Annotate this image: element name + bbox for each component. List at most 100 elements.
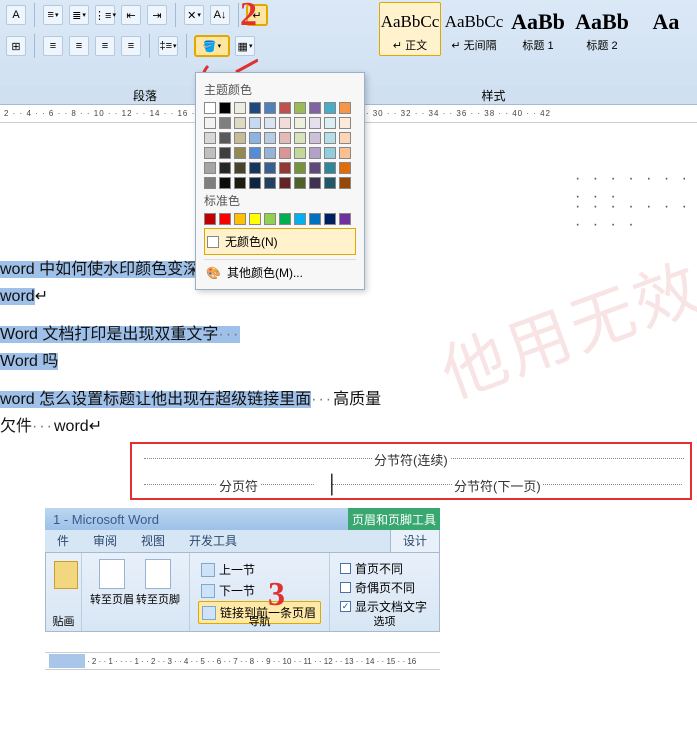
color-swatch[interactable] bbox=[339, 213, 351, 225]
color-swatch[interactable] bbox=[324, 102, 336, 114]
color-swatch[interactable] bbox=[249, 177, 261, 189]
color-swatch[interactable] bbox=[234, 213, 246, 225]
color-swatch[interactable] bbox=[249, 102, 261, 114]
color-swatch[interactable] bbox=[204, 117, 216, 129]
chk-odd-even[interactable]: 奇偶页不同 bbox=[338, 578, 431, 597]
color-swatch[interactable] bbox=[324, 177, 336, 189]
color-swatch[interactable] bbox=[264, 162, 276, 174]
color-swatch[interactable] bbox=[294, 117, 306, 129]
color-swatch[interactable] bbox=[264, 132, 276, 144]
color-swatch[interactable] bbox=[279, 117, 291, 129]
color-swatch[interactable] bbox=[339, 147, 351, 159]
tab-view[interactable]: 视图 bbox=[129, 529, 177, 552]
color-swatch[interactable] bbox=[279, 177, 291, 189]
next-section-button[interactable]: 下一节 bbox=[198, 580, 321, 601]
color-swatch[interactable] bbox=[264, 117, 276, 129]
dec-indent-icon[interactable]: ⇤ bbox=[121, 5, 141, 25]
color-swatch[interactable] bbox=[279, 213, 291, 225]
tab-devtools[interactable]: 开发工具 bbox=[177, 529, 249, 552]
goto-header-button[interactable]: 转至页眉 bbox=[90, 559, 134, 625]
color-swatch[interactable] bbox=[249, 132, 261, 144]
color-swatch[interactable] bbox=[264, 177, 276, 189]
color-swatch[interactable] bbox=[339, 117, 351, 129]
color-swatch[interactable] bbox=[219, 132, 231, 144]
color-swatch[interactable] bbox=[204, 213, 216, 225]
clipart-icon[interactable] bbox=[54, 561, 78, 589]
doc-line-6[interactable]: 欠件···word↵ bbox=[0, 412, 560, 442]
style-heading1[interactable]: AaBb 标题 1 bbox=[507, 2, 569, 56]
goto-footer-button[interactable]: 转至页脚 bbox=[136, 559, 180, 625]
color-swatch[interactable] bbox=[204, 177, 216, 189]
color-swatch[interactable] bbox=[339, 102, 351, 114]
justify-icon[interactable]: ≡ bbox=[121, 36, 141, 56]
color-swatch[interactable] bbox=[339, 162, 351, 174]
color-swatch[interactable] bbox=[309, 102, 321, 114]
color-swatch[interactable] bbox=[294, 132, 306, 144]
style-no-spacing[interactable]: AaBbCc ↵ 无间隔 bbox=[443, 2, 505, 56]
color-swatch[interactable] bbox=[294, 162, 306, 174]
color-swatch[interactable] bbox=[279, 162, 291, 174]
color-swatch[interactable] bbox=[204, 132, 216, 144]
color-swatch[interactable] bbox=[279, 147, 291, 159]
tab-file[interactable]: 件 bbox=[45, 529, 81, 552]
multilevel-icon[interactable]: ⋮≡▾ bbox=[95, 5, 115, 25]
color-swatch[interactable] bbox=[249, 117, 261, 129]
color-swatch[interactable] bbox=[279, 132, 291, 144]
color-swatch[interactable] bbox=[234, 102, 246, 114]
color-swatch[interactable] bbox=[339, 177, 351, 189]
color-swatch[interactable] bbox=[324, 213, 336, 225]
style-heading2[interactable]: AaBb 标题 2 bbox=[571, 2, 633, 56]
color-swatch[interactable] bbox=[219, 177, 231, 189]
color-swatch[interactable] bbox=[219, 162, 231, 174]
clear-formatting-icon[interactable]: ✕▾ bbox=[184, 5, 204, 25]
borders-icon[interactable]: ▦▾ bbox=[235, 36, 255, 56]
color-swatch[interactable] bbox=[219, 213, 231, 225]
color-swatch[interactable] bbox=[249, 147, 261, 159]
color-swatch[interactable] bbox=[264, 147, 276, 159]
color-swatch[interactable] bbox=[249, 213, 261, 225]
color-swatch[interactable] bbox=[234, 147, 246, 159]
color-swatch[interactable] bbox=[294, 213, 306, 225]
numbering-icon[interactable]: ≣▾ bbox=[69, 5, 89, 25]
doc-line-4[interactable]: Word 吗 bbox=[0, 347, 560, 377]
no-color-item[interactable]: 无颜色(N) bbox=[204, 228, 356, 255]
color-swatch[interactable] bbox=[234, 132, 246, 144]
color-swatch[interactable] bbox=[309, 162, 321, 174]
chk-first-different[interactable]: 首页不同 bbox=[338, 559, 431, 578]
style-more[interactable]: Aa bbox=[635, 2, 697, 56]
bullets-icon[interactable]: ≡▾ bbox=[43, 5, 63, 25]
color-swatch[interactable] bbox=[204, 102, 216, 114]
color-swatch[interactable] bbox=[294, 102, 306, 114]
color-swatch[interactable] bbox=[264, 213, 276, 225]
color-swatch[interactable] bbox=[234, 162, 246, 174]
color-swatch[interactable] bbox=[219, 117, 231, 129]
color-swatch[interactable] bbox=[204, 162, 216, 174]
prev-section-button[interactable]: 上一节 bbox=[198, 559, 321, 580]
align-left-icon[interactable]: ≡ bbox=[43, 36, 63, 56]
horizontal-ruler-2[interactable]: · 2 · · 1 · · · · 1 · · 2 · · 3 · · 4 · … bbox=[45, 652, 440, 670]
tabs-icon[interactable]: ⊞ bbox=[6, 36, 26, 56]
color-swatch[interactable] bbox=[324, 162, 336, 174]
color-swatch[interactable] bbox=[309, 177, 321, 189]
color-swatch[interactable] bbox=[219, 147, 231, 159]
align-center-icon[interactable]: ≡ bbox=[69, 36, 89, 56]
color-swatch[interactable] bbox=[309, 117, 321, 129]
color-swatch[interactable] bbox=[324, 117, 336, 129]
color-swatch[interactable] bbox=[294, 177, 306, 189]
color-swatch[interactable] bbox=[249, 162, 261, 174]
text-box-a-icon[interactable]: A bbox=[6, 5, 26, 25]
inc-indent-icon[interactable]: ⇥ bbox=[147, 5, 167, 25]
doc-line-5[interactable]: word 怎么设置标题让他出现在超级链接里面···高质量 bbox=[0, 385, 560, 415]
color-swatch[interactable] bbox=[234, 177, 246, 189]
more-colors-item[interactable]: 🎨 其他颜色(M)... bbox=[204, 259, 356, 285]
color-swatch[interactable] bbox=[324, 132, 336, 144]
color-swatch[interactable] bbox=[309, 213, 321, 225]
color-swatch[interactable] bbox=[264, 102, 276, 114]
sort-icon[interactable]: A↓ bbox=[210, 5, 230, 25]
show-marks-icon[interactable]: ↵ bbox=[247, 5, 267, 25]
tab-review[interactable]: 审阅 bbox=[81, 529, 129, 552]
color-swatch[interactable] bbox=[219, 102, 231, 114]
color-swatch[interactable] bbox=[234, 117, 246, 129]
line-spacing-icon[interactable]: ‡≡▾ bbox=[158, 36, 178, 56]
color-swatch[interactable] bbox=[294, 147, 306, 159]
